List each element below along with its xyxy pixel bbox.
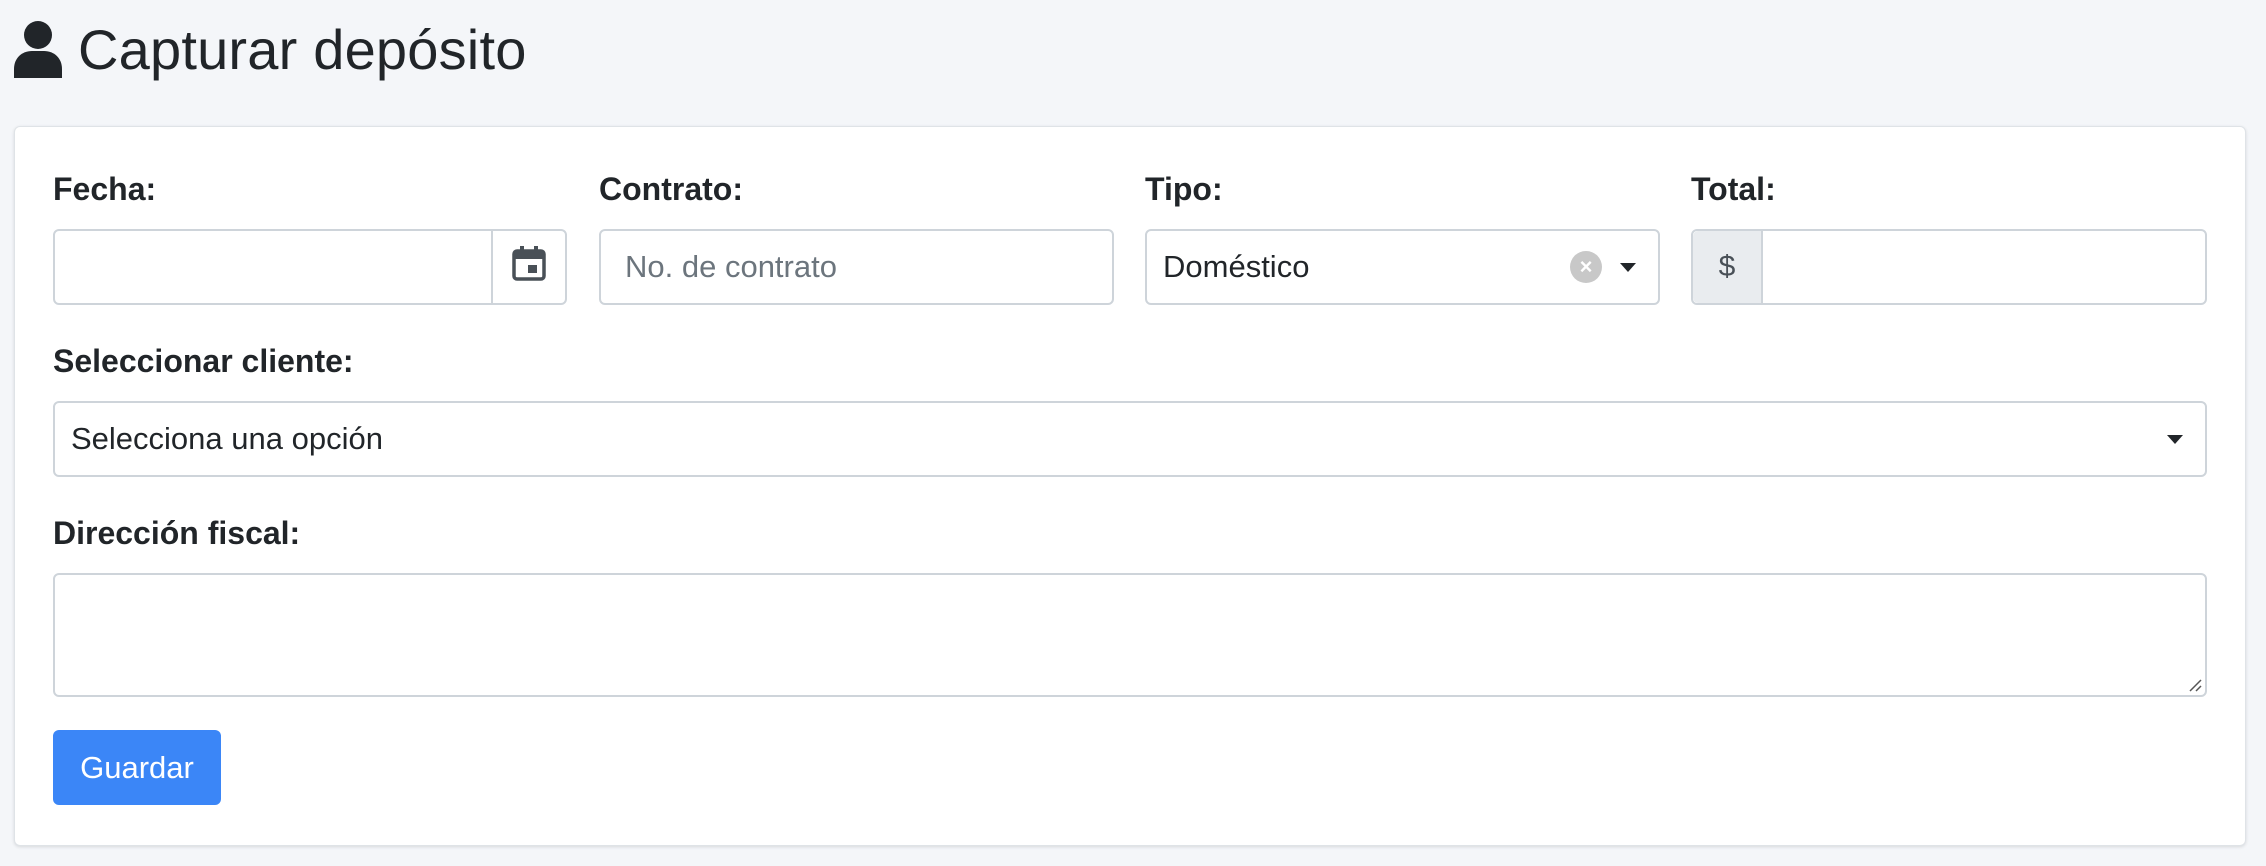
tipo-selected-value: Doméstico <box>1163 249 1310 284</box>
cliente-placeholder: Selecciona una opción <box>71 421 383 456</box>
fecha-label: Fecha: <box>53 171 157 207</box>
deposit-form-card: Fecha: Contrato: No. de contrato Tipo: D… <box>14 126 2246 846</box>
currency-prefix: $ <box>1693 231 1763 303</box>
total-input[interactable] <box>1763 231 2205 303</box>
total-field: $ <box>1691 229 2207 305</box>
contrato-placeholder: No. de contrato <box>625 249 837 284</box>
calendar-icon <box>512 245 546 289</box>
fecha-input[interactable] <box>55 231 491 303</box>
fecha-field <box>53 229 567 305</box>
cliente-select[interactable]: Selecciona una opción <box>53 401 2207 477</box>
contrato-label: Contrato: <box>599 171 743 207</box>
chevron-down-icon[interactable] <box>2167 434 2183 444</box>
tipo-label: Tipo: <box>1145 171 1223 207</box>
guardar-button[interactable]: Guardar <box>53 730 221 805</box>
page-title: Capturar depósito <box>78 17 527 81</box>
tipo-select[interactable]: Doméstico × <box>1145 229 1660 305</box>
contrato-field: No. de contrato <box>599 229 1114 305</box>
clear-icon[interactable]: × <box>1570 251 1602 283</box>
chevron-down-icon[interactable] <box>1620 262 1636 272</box>
resize-handle-icon[interactable] <box>2186 676 2202 692</box>
cliente-label: Seleccionar cliente: <box>53 343 354 379</box>
total-label: Total: <box>1691 171 1776 207</box>
page-header: Capturar depósito <box>12 14 527 84</box>
user-icon <box>12 20 64 78</box>
calendar-button[interactable] <box>491 231 565 303</box>
direccion-label: Dirección fiscal: <box>53 515 301 551</box>
direccion-textarea[interactable] <box>53 573 2207 697</box>
contrato-input[interactable]: No. de contrato <box>601 231 1112 303</box>
